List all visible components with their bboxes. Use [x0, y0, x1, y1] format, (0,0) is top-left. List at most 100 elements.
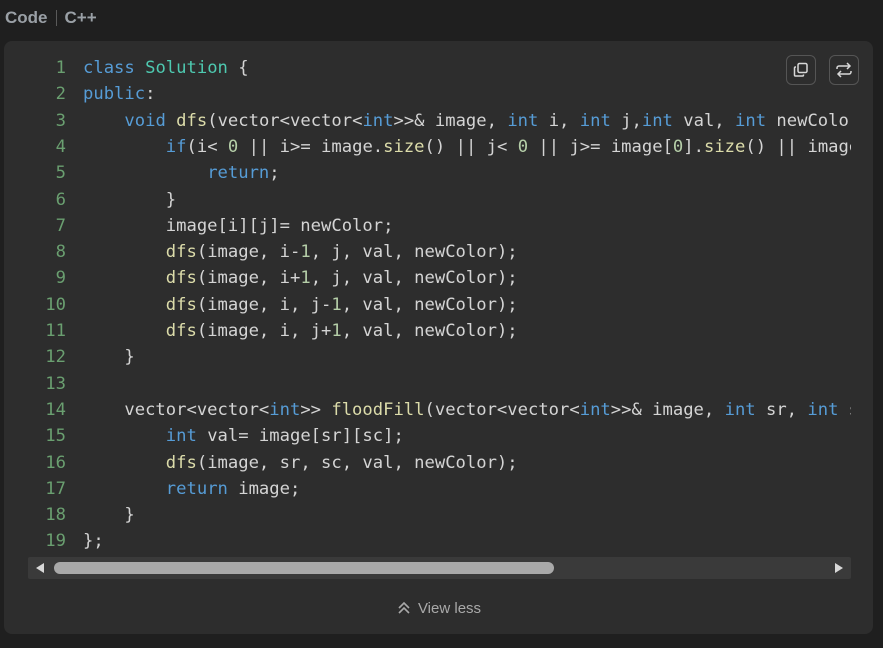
code-token: dfs: [165, 268, 197, 289]
header-divider: [55, 10, 57, 26]
code-block[interactable]: 1 class Solution {2 public: 3 void dfs(vect…: [4, 55, 851, 555]
code-token: int: [269, 399, 301, 420]
double-chevron-up-icon: [398, 601, 410, 614]
code-token: , val, newColor);: [341, 294, 518, 315]
code-token: 0: [517, 136, 529, 157]
code-token: void: [124, 110, 166, 131]
code-token: (image, i, j-: [196, 294, 332, 315]
code-text: int val= image[sr][sc];: [83, 426, 404, 446]
code-text: return image;: [83, 478, 301, 499]
code-token: (image, sr, sc, val, newColor);: [196, 452, 518, 473]
code-token: 1: [331, 294, 342, 315]
code-text: dfs(image, sr, sc, val, newColor);: [83, 453, 518, 473]
code-token: };: [83, 531, 104, 552]
line-number: 19: [45, 531, 66, 552]
swap-icon: [836, 62, 852, 78]
code-text: if(i< 0 || i>= image.size() || j< 0 || j…: [83, 137, 851, 157]
code-token: int: [165, 426, 197, 447]
code-token: int: [807, 399, 839, 420]
code-line: 2 public:: [4, 81, 156, 107]
code-line: 19};: [4, 528, 104, 554]
code-text: }: [83, 190, 176, 210]
code-token: dfs: [165, 321, 197, 341]
code-line: 9 dfs(image, i+1, j, val, newColor);: [4, 265, 518, 291]
code-card: 1 class Solution {2 public: 3 void dfs(vect…: [4, 41, 873, 634]
code-token: sr,: [755, 399, 808, 420]
code-token: dfs: [176, 110, 208, 131]
view-less-button[interactable]: View less: [4, 597, 873, 619]
code-token: image;: [227, 478, 301, 499]
code-token: (vector<vector<: [424, 399, 580, 420]
code-token: int: [641, 110, 673, 131]
code-token: 1: [300, 268, 311, 289]
code-token: || i>= image.: [238, 136, 384, 157]
code-token: int: [579, 399, 611, 420]
line-number: 17: [45, 478, 66, 499]
code-line: 1 class Solution {: [4, 55, 249, 81]
code-token: Solution: [145, 58, 228, 78]
copy-button[interactable]: [786, 55, 816, 85]
code-line: 14 vector<vector<int>> floodFill(vector<…: [4, 397, 851, 423]
code-token: (vector<vector<: [207, 110, 363, 131]
wrap-toggle-button[interactable]: [829, 55, 859, 85]
line-number: 9: [55, 268, 66, 289]
view-less-label: View less: [417, 599, 482, 617]
code-viewer-page: Code C++ 1 class Solution {2 public: 3 void…: [0, 0, 883, 648]
code-token: int: [579, 110, 611, 131]
code-token: ].: [683, 136, 704, 157]
horizontal-scrollbar[interactable]: [28, 557, 851, 579]
code-text: return;: [83, 163, 279, 183]
code-header: Code C++: [5, 6, 97, 30]
line-number: 6: [55, 189, 66, 210]
code-token: () || image[i][j]!=val): [745, 136, 851, 157]
code-token: (image, i+: [196, 268, 301, 289]
code-token: if: [165, 136, 187, 157]
code-token: (image, i, j+: [196, 321, 332, 341]
code-token: >>: [300, 399, 332, 420]
line-number: 10: [45, 294, 66, 315]
code-line: 12 }: [4, 344, 134, 370]
code-token: val= image[sr][sc];: [196, 426, 404, 447]
code-token: val,: [672, 110, 735, 131]
code-token: dfs: [165, 452, 197, 473]
code-token: 0: [672, 136, 684, 157]
code-token: :: [145, 84, 156, 105]
code-text: dfs(image, i+1, j, val, newColor);: [83, 268, 518, 288]
code-line: 6 }: [4, 187, 177, 213]
code-token: i,: [538, 110, 580, 131]
code-text: void dfs(vector<vector<int>>& image, int…: [83, 111, 851, 131]
code-token: dfs: [165, 294, 197, 315]
code-token: 0: [227, 136, 239, 157]
code-token: size: [383, 136, 425, 157]
code-line: 5 return;: [4, 160, 280, 186]
line-number: 5: [55, 163, 66, 184]
code-line: 11 dfs(image, i, j+1, val, newColor);: [4, 318, 517, 344]
line-number: 18: [45, 505, 66, 526]
code-token: int: [507, 110, 539, 131]
code-line: 10 dfs(image, i, j-1, val, newColor);: [4, 292, 518, 318]
scroll-left-icon[interactable]: [36, 563, 44, 573]
code-line: 17 return image;: [4, 476, 300, 502]
code-token: floodFill: [331, 399, 425, 420]
code-token: int: [735, 110, 767, 131]
line-number: 12: [45, 347, 66, 368]
code-token: newColor): [776, 110, 851, 131]
code-token: image[i][j]= newColor;: [83, 215, 394, 236]
line-number: 2: [55, 84, 66, 105]
line-number: 3: [55, 110, 66, 131]
code-text: dfs(image, i-1, j, val, newColor);: [83, 242, 518, 262]
copy-icon: [793, 62, 808, 77]
line-number: 4: [55, 136, 66, 157]
scroll-right-icon[interactable]: [835, 563, 843, 573]
scroll-thumb[interactable]: [54, 562, 554, 574]
code-line: 15 int val= image[sr][sc];: [4, 423, 404, 449]
